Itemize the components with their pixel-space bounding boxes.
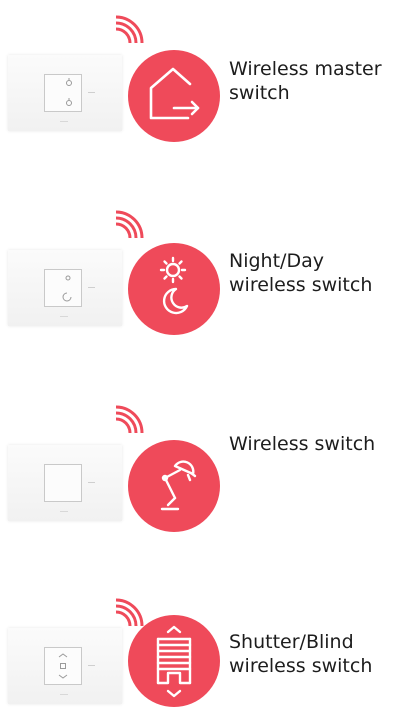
brand-mark [60, 694, 68, 695]
brand-mark [60, 511, 68, 512]
rocker-button [44, 464, 82, 502]
indicator-led [88, 287, 95, 288]
product-item-shutter-switch: Shutter/Blind wireless switch [0, 593, 404, 723]
switch-plate [8, 445, 122, 521]
item-label: Wireless master switch [229, 58, 382, 104]
desk-lamp-icon [128, 440, 220, 532]
item-label: Shutter/Blind wireless switch [229, 631, 373, 677]
switch-plate [8, 250, 122, 326]
sun-moon-icon [128, 243, 220, 335]
wireless-signal-icon [115, 405, 144, 434]
rocker-symbols-icon [62, 275, 72, 302]
brand-mark [60, 316, 68, 317]
rocker-button [44, 647, 82, 685]
indicator-led [88, 482, 95, 483]
indicator-led [88, 92, 95, 93]
product-item-wireless-switch: Wireless switch [0, 400, 404, 532]
rocker-symbols-icon [66, 78, 72, 106]
shutter-icon [128, 615, 220, 707]
rocker-symbols-icon [58, 653, 68, 679]
item-label: Night/Day wireless switch [229, 250, 373, 296]
product-item-night-day-switch: Night/Day wireless switch [0, 205, 404, 335]
rocker-button [44, 74, 82, 112]
switch-plate [8, 628, 122, 704]
indicator-led [88, 665, 95, 666]
wireless-signal-icon [115, 15, 144, 44]
wireless-signal-icon [115, 210, 144, 239]
product-item-master-switch: Wireless master switch [0, 10, 404, 142]
switch-plate [8, 55, 122, 131]
rocker-button [44, 269, 82, 307]
brand-mark [60, 121, 68, 122]
house-exit-icon [128, 50, 220, 142]
item-label: Wireless switch [229, 433, 376, 455]
